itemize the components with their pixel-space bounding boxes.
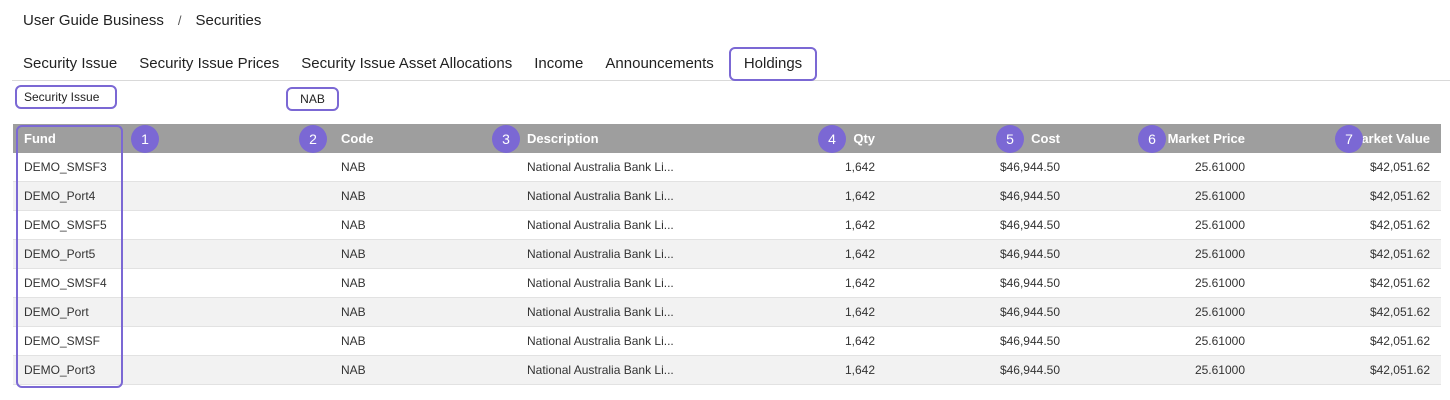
tab-holdings[interactable]: Holdings — [728, 46, 818, 81]
cell-cost: $46,944.50 — [999, 276, 1060, 290]
cell-code: NAB — [341, 160, 366, 174]
cell-qty: 1,642 — [844, 305, 875, 319]
cell-code: NAB — [341, 334, 366, 348]
cell-description: National Australia Bank Li... — [527, 160, 674, 174]
cell-market-value: $42,051.62 — [1369, 189, 1430, 203]
column-header-market-price[interactable]: Market Price — [1168, 124, 1245, 153]
cell-qty: 1,642 — [844, 218, 875, 232]
cell-qty: 1,642 — [844, 160, 875, 174]
cell-fund: DEMO_Port5 — [24, 247, 96, 261]
breadcrumb: User Guide Business / Securities — [23, 12, 261, 29]
table-row[interactable]: DEMO_SMSF4 NAB National Australia Bank Li.… — [13, 269, 1441, 298]
table-row[interactable]: DEMO_Port5 NAB National Australia Bank Li.… — [13, 240, 1441, 269]
cell-cost: $46,944.50 — [999, 305, 1060, 319]
cell-fund: DEMO_Port3 — [24, 363, 96, 377]
cell-fund: DEMO_SMSF4 — [24, 276, 107, 290]
cell-cost: $46,944.50 — [999, 247, 1060, 261]
column-header-qty[interactable]: Qty — [853, 124, 875, 153]
annotation-badge-1: 1 — [131, 124, 159, 153]
tab-income[interactable]: Income — [523, 48, 594, 80]
table-row[interactable]: DEMO_SMSF3 NAB National Australia Bank Li.… — [13, 153, 1441, 182]
holdings-table: Fund 1 2 Code 3 Description 4 Qty 5 Cost… — [13, 124, 1441, 385]
annotation-badge-3: 3 — [492, 124, 520, 153]
cell-market-value: $42,051.62 — [1369, 363, 1430, 377]
security-issue-filter-label: Security Issue — [15, 85, 117, 109]
cell-description: National Australia Bank Li... — [527, 363, 674, 377]
annotation-badge-6: 6 — [1138, 124, 1166, 153]
cell-code: NAB — [341, 189, 366, 203]
column-header-description[interactable]: Description — [527, 124, 599, 153]
cell-cost: $46,944.50 — [999, 218, 1060, 232]
cell-cost: $46,944.50 — [999, 334, 1060, 348]
cell-description: National Australia Bank Li... — [527, 276, 674, 290]
tab-announcements[interactable]: Announcements — [594, 48, 724, 80]
table-body: DEMO_SMSF3 NAB National Australia Bank Li.… — [13, 153, 1441, 385]
cell-description: National Australia Bank Li... — [527, 189, 674, 203]
cell-code: NAB — [341, 218, 366, 232]
cell-code: NAB — [341, 363, 366, 377]
cell-fund: DEMO_SMSF3 — [24, 160, 107, 174]
cell-description: National Australia Bank Li... — [527, 218, 674, 232]
tab-security-issue[interactable]: Security Issue — [12, 48, 128, 80]
cell-code: NAB — [341, 247, 366, 261]
cell-fund: DEMO_SMSF — [24, 334, 101, 348]
cell-code: NAB — [341, 276, 366, 290]
tab-bar: Security Issue Security Issue Prices Sec… — [12, 46, 1450, 81]
annotation-badge-5: 5 — [996, 124, 1024, 153]
cell-cost: $46,944.50 — [999, 189, 1060, 203]
table-row[interactable]: DEMO_Port4 NAB National Australia Bank Li.… — [13, 182, 1441, 211]
cell-market-value: $42,051.62 — [1369, 247, 1430, 261]
tab-security-issue-prices[interactable]: Security Issue Prices — [128, 48, 290, 80]
cell-fund: DEMO_Port4 — [24, 189, 96, 203]
cell-market-value: $42,051.62 — [1369, 276, 1430, 290]
cell-market-value: $42,051.62 — [1369, 160, 1430, 174]
annotation-badge-4: 4 — [818, 124, 846, 153]
cell-market-price: 25.61000 — [1194, 189, 1245, 203]
column-header-fund[interactable]: Fund — [24, 124, 56, 153]
cell-qty: 1,642 — [844, 189, 875, 203]
cell-market-price: 25.61000 — [1194, 276, 1245, 290]
table-row[interactable]: DEMO_SMSF NAB National Australia Bank Li..… — [13, 327, 1441, 356]
cell-fund: DEMO_Port — [24, 305, 89, 319]
cell-market-value: $42,051.62 — [1369, 334, 1430, 348]
cell-qty: 1,642 — [844, 334, 875, 348]
cell-fund: DEMO_SMSF5 — [24, 218, 107, 232]
cell-market-price: 25.61000 — [1194, 160, 1245, 174]
cell-qty: 1,642 — [844, 276, 875, 290]
cell-market-value: $42,051.62 — [1369, 305, 1430, 319]
annotation-badge-7: 7 — [1335, 124, 1363, 153]
cell-code: NAB — [341, 305, 366, 319]
cell-market-price: 25.61000 — [1194, 305, 1245, 319]
security-issue-filter-value[interactable]: NAB — [286, 87, 339, 111]
cell-cost: $46,944.50 — [999, 363, 1060, 377]
cell-market-value: $42,051.62 — [1369, 218, 1430, 232]
table-row[interactable]: DEMO_Port NAB National Australia Bank Li..… — [13, 298, 1441, 327]
table-row[interactable]: DEMO_Port3 NAB National Australia Bank Li.… — [13, 356, 1441, 385]
cell-market-price: 25.61000 — [1194, 363, 1245, 377]
cell-description: National Australia Bank Li... — [527, 334, 674, 348]
cell-description: National Australia Bank Li... — [527, 305, 674, 319]
column-header-code[interactable]: Code — [341, 124, 374, 153]
breadcrumb-separator: / — [177, 13, 182, 28]
table-row[interactable]: DEMO_SMSF5 NAB National Australia Bank Li.… — [13, 211, 1441, 240]
annotation-badge-2: 2 — [299, 124, 327, 153]
cell-market-price: 25.61000 — [1194, 247, 1245, 261]
tab-security-issue-asset-allocations[interactable]: Security Issue Asset Allocations — [290, 48, 523, 80]
breadcrumb-current: Securities — [195, 12, 262, 29]
table-header: Fund 1 2 Code 3 Description 4 Qty 5 Cost… — [13, 124, 1441, 153]
column-header-cost[interactable]: Cost — [1031, 124, 1060, 153]
cell-market-price: 25.61000 — [1194, 218, 1245, 232]
breadcrumb-root[interactable]: User Guide Business — [23, 12, 164, 29]
cell-qty: 1,642 — [844, 247, 875, 261]
cell-market-price: 25.61000 — [1194, 334, 1245, 348]
cell-qty: 1,642 — [844, 363, 875, 377]
cell-cost: $46,944.50 — [999, 160, 1060, 174]
cell-description: National Australia Bank Li... — [527, 247, 674, 261]
